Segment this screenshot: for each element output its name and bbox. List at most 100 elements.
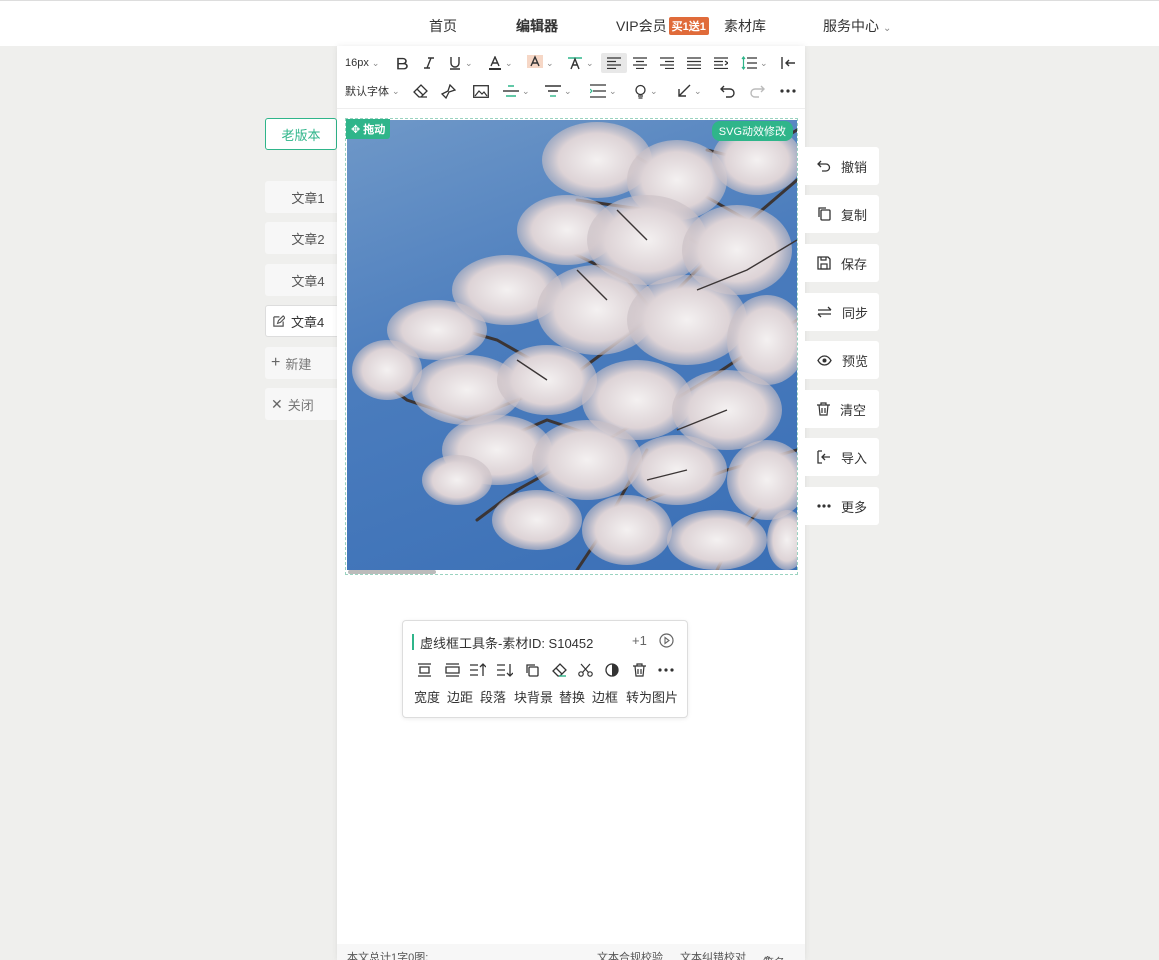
save-action-button[interactable]: 保存 <box>805 244 879 282</box>
line-height-button[interactable]: ⌄ <box>741 53 768 73</box>
doc-tab-2[interactable]: 文章2 <box>265 222 337 254</box>
align-right-button[interactable] <box>660 53 674 73</box>
horizontal-scrollbar[interactable] <box>348 570 436 574</box>
font-size-select[interactable]: 16px ⌄ <box>345 53 379 73</box>
clear-action-button[interactable]: 清空 <box>805 390 879 428</box>
trash-icon <box>817 402 830 416</box>
undo-action-button[interactable]: 撤销 <box>805 147 879 185</box>
divider-button[interactable]: ⌄ <box>503 81 530 101</box>
justify-button[interactable] <box>687 53 701 73</box>
action-label: 撤销 <box>841 159 868 175</box>
word-count: 本文总计1字0图; <box>347 952 429 960</box>
width-button[interactable] <box>415 661 433 679</box>
import-action-button[interactable]: 导入 <box>805 438 879 476</box>
status-bar: 本文总计1字0图; 文本合规校验 文本纠错校对 签名 ⌃ <box>337 944 805 960</box>
insert-image-button[interactable] <box>473 81 489 101</box>
doc-tab-label: 文章4 <box>291 314 325 330</box>
sync-action-button[interactable]: 同步 <box>805 293 879 331</box>
align-left-icon <box>607 57 621 69</box>
arrow-down-left-icon <box>678 84 691 97</box>
svg-edit-button[interactable]: SVG动效修改 <box>711 121 793 141</box>
text-effect-button[interactable]: ⌄ <box>567 53 594 73</box>
copy-block-button[interactable] <box>523 661 541 679</box>
popup-label-to-image[interactable]: 转为图片 <box>626 687 678 706</box>
popup-label-width[interactable]: 宽度 <box>414 687 440 706</box>
new-doc-label: 新建 <box>285 356 312 372</box>
paragraph-spacing-icon <box>590 84 606 98</box>
margin-button[interactable] <box>443 661 461 679</box>
redo-toolbar-button[interactable] <box>750 81 765 101</box>
proofread-link[interactable]: 文本纠错校对 <box>680 949 746 960</box>
more-action-button[interactable]: 更多 <box>805 487 879 525</box>
width-icon <box>417 663 431 677</box>
cut-button[interactable] <box>576 661 594 679</box>
preview-action-button[interactable]: 预览 <box>805 341 879 379</box>
play-button[interactable] <box>659 633 674 653</box>
indent-button[interactable] <box>714 53 728 73</box>
drag-handle[interactable]: ✥ 拖动 <box>346 119 391 139</box>
play-icon <box>659 633 674 648</box>
paragraph-down-icon <box>497 664 513 677</box>
popup-label-block-bg[interactable]: 块背景 <box>514 687 553 706</box>
font-color-button[interactable]: ⌄ <box>488 53 513 73</box>
align-left-button[interactable] <box>601 53 627 73</box>
spacing-icon <box>545 85 561 97</box>
eraser-icon <box>413 84 428 98</box>
chevron-down-icon: ⌄ <box>760 57 768 68</box>
margin-icon <box>444 663 460 677</box>
popup-label-replace[interactable]: 替换 <box>559 687 585 706</box>
chevron-down-icon: ⌄ <box>586 57 594 68</box>
nav-vip[interactable]: VIP会员 买1送1 <box>616 16 709 36</box>
old-version-button[interactable]: 老版本 <box>265 118 337 150</box>
drag-label: 拖动 <box>363 124 386 136</box>
close-doc-label: 关闭 <box>287 397 314 413</box>
close-doc-button[interactable]: ✕ 关闭 <box>265 388 337 420</box>
nav-home[interactable]: 首页 <box>429 16 457 36</box>
clear-format-button[interactable] <box>413 81 428 101</box>
save-icon <box>817 256 831 270</box>
arrow-button[interactable]: ⌄ <box>677 81 702 101</box>
compliance-check-link[interactable]: 文本合规校验 <box>597 949 663 960</box>
chevron-down-icon: ⌄ <box>522 85 530 96</box>
align-center-button[interactable] <box>633 53 647 73</box>
nav-library[interactable]: 素材库 <box>724 16 766 36</box>
popup-label-border[interactable]: 边框 <box>592 687 618 706</box>
copy-icon <box>526 664 539 677</box>
background-color-button[interactable]: ⌄ <box>527 53 554 73</box>
paragraph-spacing-button[interactable]: ⌄ <box>590 81 617 101</box>
nav-editor[interactable]: 编辑器 <box>516 16 558 36</box>
more-icon <box>658 668 674 672</box>
clear-block-button[interactable] <box>550 661 568 679</box>
popup-label-paragraph[interactable]: 段落 <box>480 687 506 706</box>
bulb-button[interactable]: ⌄ <box>634 81 658 101</box>
italic-button[interactable] <box>422 53 436 73</box>
doc-tab-active[interactable]: 文章4 <box>265 305 337 337</box>
new-doc-button[interactable]: + 新建 <box>265 347 337 379</box>
paragraph-down-button[interactable] <box>496 661 514 679</box>
format-painter-button[interactable] <box>441 81 456 101</box>
copy-action-button[interactable]: 复制 <box>805 195 879 233</box>
popup-label-margin[interactable]: 边距 <box>447 687 473 706</box>
image-icon <box>473 84 489 98</box>
delete-block-button[interactable] <box>630 661 648 679</box>
font-family-select[interactable]: 默认字体 ⌄ <box>345 81 400 101</box>
nav-service[interactable]: 服务中心 ⌄ <box>823 16 891 36</box>
like-count[interactable]: +1 <box>632 633 647 648</box>
bold-button[interactable] <box>395 53 409 73</box>
more-toolbar-button[interactable] <box>780 81 796 101</box>
undo-toolbar-button[interactable] <box>720 81 735 101</box>
spacing-button[interactable]: ⌄ <box>545 81 572 101</box>
more-block-button[interactable] <box>657 661 675 679</box>
bold-icon <box>397 57 408 70</box>
highlight-icon <box>527 55 543 68</box>
exit-button[interactable] <box>781 53 797 73</box>
text-effect-icon <box>568 57 582 70</box>
doc-tab-3[interactable]: 文章4 <box>265 264 337 296</box>
eye-icon <box>817 354 832 366</box>
doc-tab-1[interactable]: 文章1 <box>265 181 337 213</box>
image-block[interactable]: ✥ 拖动 SVG动效修改 <box>345 118 798 575</box>
paragraph-up-button[interactable] <box>469 661 487 679</box>
top-navbar: 首页 编辑器 VIP会员 买1送1 素材库 服务中心 ⌄ <box>0 0 1159 46</box>
underline-button[interactable]: ⌄ <box>448 53 473 73</box>
invert-button[interactable] <box>603 661 621 679</box>
